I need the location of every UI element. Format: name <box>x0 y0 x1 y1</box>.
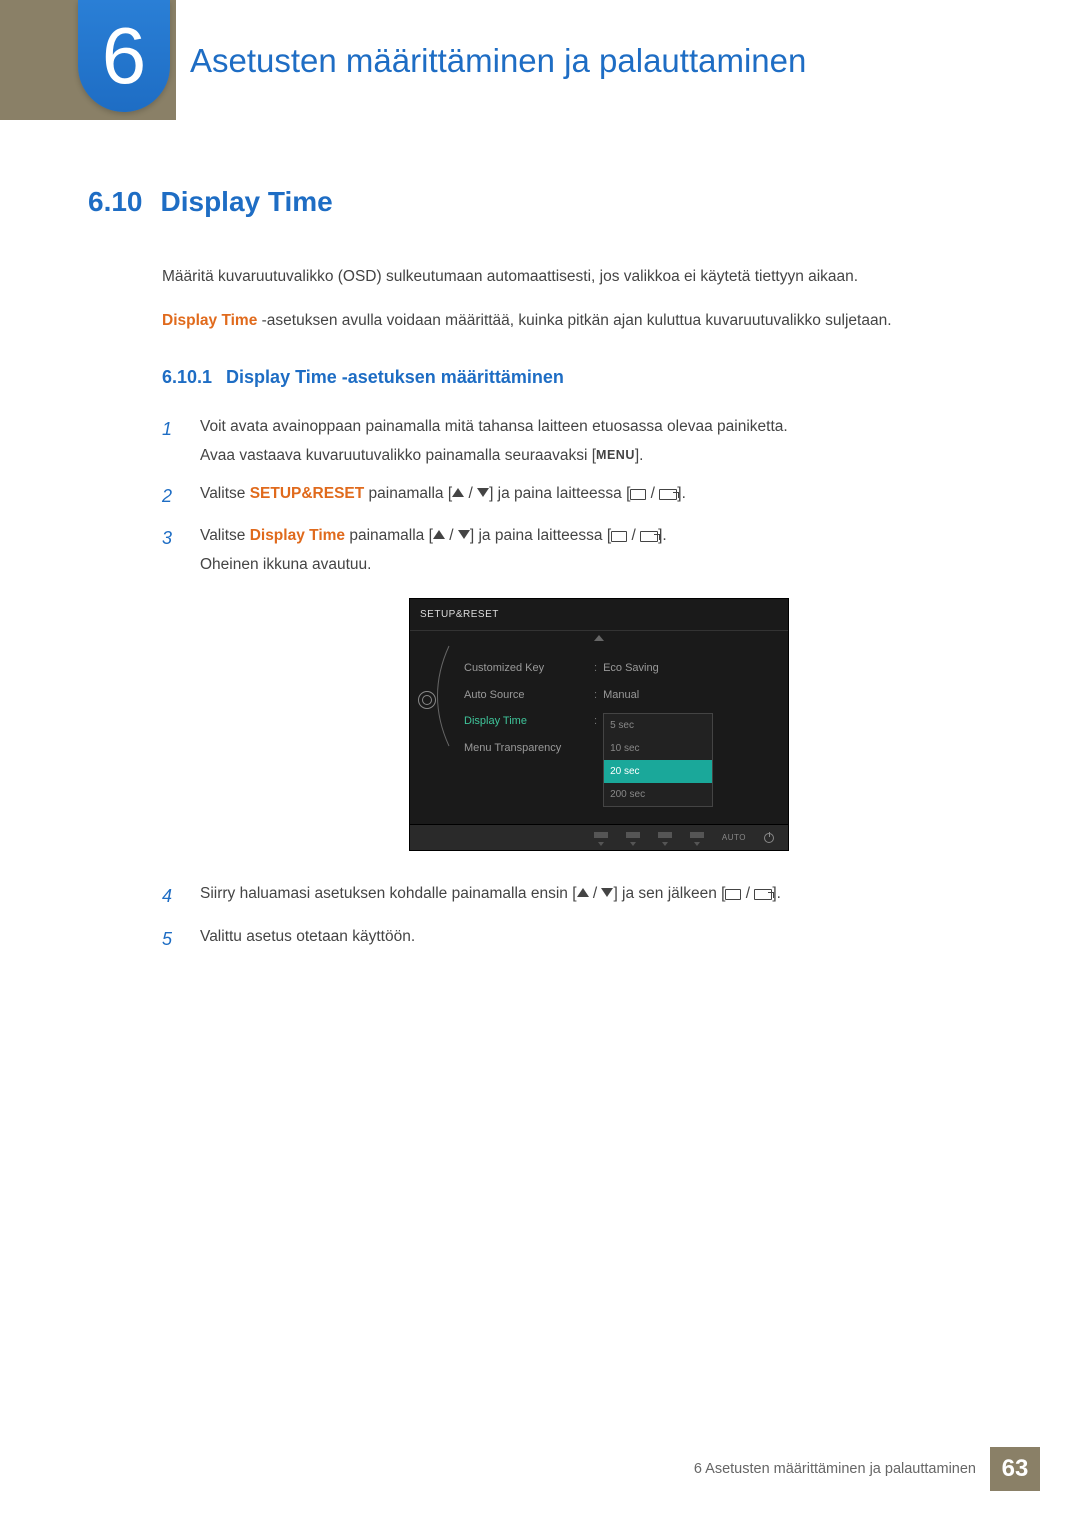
osd-menu-item-active: Display Time <box>464 708 584 735</box>
step-1: 1 Voit avata avainoppaan painamalla mitä… <box>162 412 998 471</box>
up-arrow-icon <box>452 488 464 497</box>
osd-value-row: :Manual <box>594 682 774 709</box>
osd-footer-btn <box>690 832 704 844</box>
down-arrow-icon <box>458 530 470 539</box>
step-3: 3 Valitse Display Time painamalla [ / ] … <box>162 521 998 872</box>
source-icon <box>630 489 646 500</box>
chapter-badge: 6 <box>78 0 170 112</box>
osd-body: Customized Key Auto Source Display Time … <box>410 631 788 825</box>
down-arrow-icon <box>477 488 489 497</box>
step-number: 3 <box>162 521 180 555</box>
osd-values: :Eco Saving :Manual : 5 sec 10 sec 20 se… <box>594 641 774 811</box>
osd-panel: SETUP&RESET Customized Key Auto Source D… <box>409 598 789 852</box>
step-body: Valitse SETUP&RESET painamalla [ / ] ja … <box>200 479 998 508</box>
step-number: 2 <box>162 479 180 513</box>
enter-icon <box>659 489 677 500</box>
osd-auto-label: AUTO <box>722 830 746 845</box>
section-number: 6.10 <box>88 186 143 218</box>
menu-button-label: MENU <box>596 448 635 462</box>
osd-option: 200 sec <box>604 783 712 806</box>
section-heading: 6.10 Display Time <box>88 186 998 218</box>
osd-footer-btn <box>658 832 672 844</box>
osd-menu-item: Auto Source <box>464 682 584 709</box>
chapter-title: Asetusten määrittäminen ja palauttaminen <box>190 42 826 80</box>
scroll-up-icon <box>594 635 604 641</box>
step-number: 4 <box>162 879 180 913</box>
osd-menu-item: Menu Transparency <box>464 735 584 762</box>
power-icon <box>764 833 774 843</box>
osd-option-selected: 20 sec <box>604 760 712 783</box>
section-title: Display Time <box>161 186 333 218</box>
osd-footer-btn <box>594 832 608 844</box>
highlight-setup-reset: SETUP&RESET <box>250 485 365 502</box>
footer-text: 6 Asetusten määrittäminen ja palauttamin… <box>694 1461 976 1477</box>
intro-paragraph-1: Määritä kuvaruutuvalikko (OSD) sulkeutum… <box>162 264 998 290</box>
step-number: 5 <box>162 922 180 956</box>
enter-icon <box>640 531 658 542</box>
step-body: Valittu asetus otetaan käyttöön. <box>200 922 998 951</box>
page-content: 6.10 Display Time Määritä kuvaruutuvalik… <box>82 186 998 964</box>
page-number: 63 <box>990 1447 1040 1491</box>
osd-option: 10 sec <box>604 737 712 760</box>
step-4: 4 Siirry haluamasi asetuksen kohdalle pa… <box>162 879 998 913</box>
subsection-heading: 6.10.1 Display Time -asetuksen määrittämi… <box>162 367 998 388</box>
enter-icon <box>754 889 772 900</box>
osd-footer: AUTO <box>410 824 788 850</box>
page-footer: 6 Asetusten määrittäminen ja palauttamin… <box>694 1447 1040 1491</box>
osd-menu-item: Customized Key <box>464 655 584 682</box>
highlight-display-time: Display Time <box>250 527 345 544</box>
osd-footer-btn <box>626 832 640 844</box>
gear-icon <box>418 691 436 709</box>
osd-option: 5 sec <box>604 714 712 737</box>
step-body: Siirry haluamasi asetuksen kohdalle pain… <box>200 879 998 908</box>
chapter-number: 6 <box>102 16 147 96</box>
osd-value-row: : 5 sec 10 sec 20 sec 200 sec <box>594 708 774 810</box>
osd-value-row: :Eco Saving <box>594 655 774 682</box>
osd-screenshot: SETUP&RESET Customized Key Auto Source D… <box>200 598 998 852</box>
step-body: Valitse Display Time painamalla [ / ] ja… <box>200 521 998 872</box>
steps-list: 1 Voit avata avainoppaan painamalla mitä… <box>162 412 998 956</box>
osd-arc <box>424 641 454 811</box>
source-icon <box>725 889 741 900</box>
up-arrow-icon <box>433 530 445 539</box>
intro-paragraph-2: Display Time -asetuksen avulla voidaan m… <box>162 308 998 334</box>
step-2: 2 Valitse SETUP&RESET painamalla [ / ] j… <box>162 479 998 513</box>
step-5: 5 Valittu asetus otetaan käyttöön. <box>162 922 998 956</box>
osd-menu: Customized Key Auto Source Display Time … <box>464 641 584 811</box>
osd-dropdown: 5 sec 10 sec 20 sec 200 sec <box>603 713 713 807</box>
up-arrow-icon <box>577 888 589 897</box>
step-body: Voit avata avainoppaan painamalla mitä t… <box>200 412 998 471</box>
subsection-title: Display Time -asetuksen määrittäminen <box>226 367 564 387</box>
subsection-number: 6.10.1 <box>162 367 212 387</box>
osd-title: SETUP&RESET <box>410 599 788 631</box>
highlight-display-time: Display Time <box>162 312 257 329</box>
down-arrow-icon <box>601 888 613 897</box>
step-number: 1 <box>162 412 180 446</box>
source-icon <box>611 531 627 542</box>
